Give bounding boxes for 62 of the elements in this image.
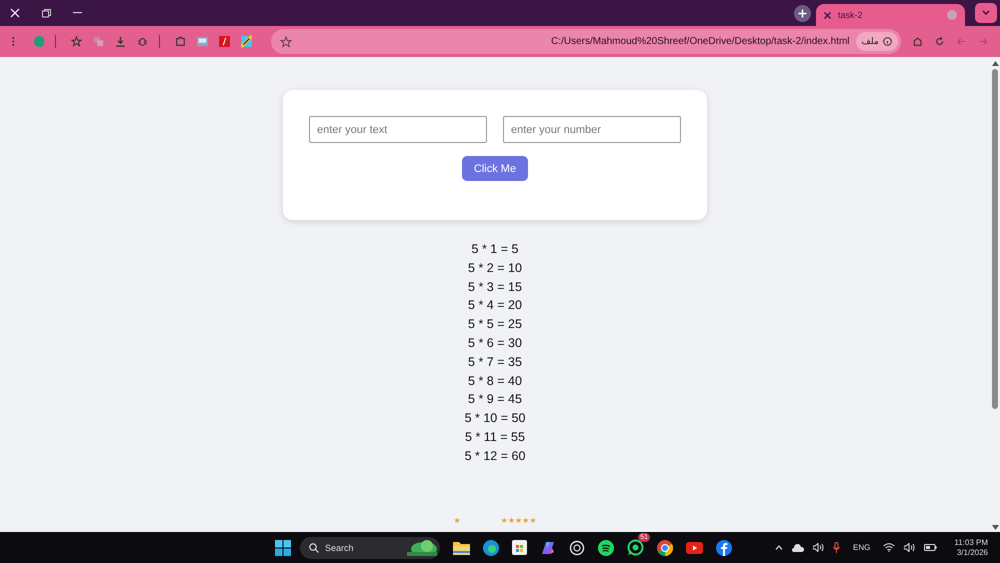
text-input-field[interactable]: enter your text bbox=[309, 116, 487, 143]
bookmark-star-icon[interactable] bbox=[280, 36, 292, 48]
wifi-icon[interactable] bbox=[883, 543, 896, 552]
spotify-icon[interactable] bbox=[598, 540, 614, 556]
globe-icon bbox=[947, 10, 957, 20]
multiplication-line: 5 * 6 = 30 bbox=[468, 334, 522, 352]
multiplication-line: 5 * 2 = 10 bbox=[468, 260, 522, 277]
minimize-icon[interactable] bbox=[73, 12, 82, 14]
puzzle-icon[interactable] bbox=[174, 35, 186, 48]
clock-time[interactable]: 11:03 PM bbox=[954, 538, 988, 548]
star-list-icon[interactable] bbox=[71, 35, 82, 48]
search-icon bbox=[309, 542, 319, 552]
multiplication-line: 5 * 11 = 55 bbox=[465, 428, 525, 446]
whatsapp-icon[interactable] bbox=[627, 539, 644, 556]
scroll-up-icon[interactable] bbox=[992, 61, 998, 66]
chevron-up-icon[interactable] bbox=[775, 545, 783, 550]
volume-icon[interactable] bbox=[904, 543, 916, 552]
browser-tab[interactable]: task-2 bbox=[816, 4, 965, 26]
language-indicator[interactable]: ENG bbox=[853, 543, 870, 552]
multiplication-line: 5 * 8 = 40 bbox=[468, 372, 522, 390]
site-info-chip[interactable]: ملف bbox=[856, 32, 898, 51]
multiplication-line: 5 * 4 = 20 bbox=[468, 297, 522, 314]
number-input-field[interactable]: enter your number bbox=[503, 116, 681, 143]
start-icon[interactable] bbox=[275, 540, 291, 556]
scroll-down-icon[interactable] bbox=[992, 525, 998, 530]
bug-icon[interactable] bbox=[137, 35, 148, 48]
microphone-icon[interactable] bbox=[833, 542, 840, 553]
youtube-icon[interactable] bbox=[686, 542, 703, 554]
download-icon[interactable] bbox=[115, 35, 126, 48]
store-icon[interactable] bbox=[512, 540, 527, 555]
info-icon bbox=[882, 37, 892, 46]
home-icon[interactable] bbox=[912, 36, 922, 47]
reload-icon[interactable] bbox=[934, 36, 944, 47]
speaker-icon[interactable] bbox=[813, 543, 824, 552]
battery-icon[interactable] bbox=[924, 544, 938, 551]
landscape-icon bbox=[407, 540, 437, 556]
taskbar-search-field[interactable]: Search bbox=[300, 536, 440, 558]
folder-icon[interactable] bbox=[453, 540, 470, 555]
multiplication-line: 5 * 3 = 15 bbox=[468, 278, 522, 296]
dropdown-icon[interactable] bbox=[975, 3, 997, 23]
chrome-icon[interactable] bbox=[657, 540, 673, 556]
star-mark: ★★★★★ bbox=[500, 516, 537, 525]
menu-icon[interactable] bbox=[12, 36, 15, 47]
star-mark: ★ bbox=[453, 516, 461, 525]
clock-date[interactable]: 3/1/2026 bbox=[956, 548, 988, 558]
multiplication-line: 5 * 9 = 45 bbox=[468, 391, 522, 408]
color-picker-icon[interactable] bbox=[240, 35, 252, 48]
new-tab-icon[interactable] bbox=[794, 4, 811, 22]
multiplication-line: 5 * 7 = 35 bbox=[468, 354, 522, 371]
close-icon[interactable] bbox=[824, 12, 831, 18]
slash-tile-icon[interactable] bbox=[218, 35, 230, 48]
cloud-icon[interactable] bbox=[792, 544, 804, 552]
restore-icon[interactable] bbox=[42, 8, 51, 18]
multiplication-line: 5 * 1 = 5 bbox=[472, 241, 518, 258]
facebook-icon[interactable] bbox=[716, 540, 732, 556]
scrollbar-thumb[interactable] bbox=[992, 69, 998, 409]
click-me-button[interactable]: Click Me bbox=[462, 156, 528, 181]
multiplication-line: 5 * 10 = 50 bbox=[464, 410, 526, 428]
multiplication-line: 5 * 5 = 25 bbox=[468, 316, 522, 334]
image-icon[interactable] bbox=[196, 36, 208, 47]
multiplication-line: 5 * 12 = 60 bbox=[464, 448, 526, 465]
url-text: C:/Users/Mahmoud%20Shreef/OneDrive/Desktop/task-2/index.html bbox=[551, 36, 850, 47]
